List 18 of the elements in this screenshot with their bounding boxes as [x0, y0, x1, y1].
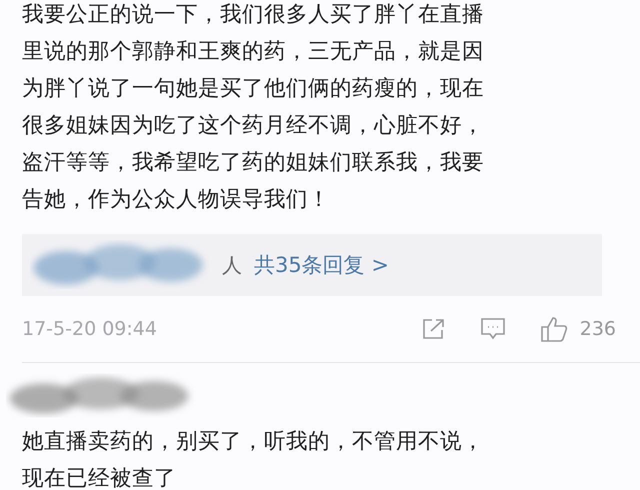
- like-count: 236: [580, 318, 616, 340]
- replies-link[interactable]: 共35条回复 >: [254, 251, 389, 279]
- comment-text: 里说的那个郭静和王爽的药，三无产品，就是因: [22, 38, 485, 66]
- comment-text: 我要公正的说一下，我们很多人买了胖丫在直播: [22, 1, 485, 29]
- comment-text: 现在已经被查了: [22, 465, 177, 490]
- comment-icon: [480, 317, 506, 341]
- comment-button[interactable]: [480, 317, 506, 341]
- like-button[interactable]: 236: [540, 315, 616, 343]
- comment-text: 为胖丫说了一句她是买了他们俩的药瘦的，现在: [22, 75, 485, 103]
- comment-text: 很多姐妹因为吃了这个药月经不调，心脏不好，: [22, 112, 485, 140]
- comment-text: 她直播卖药的，别买了，听我的，不管用不说，: [22, 428, 485, 456]
- comment-time: 17-5-20 09:44: [22, 318, 158, 340]
- share-icon: [422, 318, 446, 340]
- share-button[interactable]: [422, 318, 446, 340]
- thumbs-up-icon: [540, 315, 568, 343]
- reply-names: 人: [222, 252, 242, 278]
- comment-text: 告她，作为公众人物误导我们！: [22, 186, 331, 214]
- comment-text: 盗汗等等，我希望吃了药的姐妹们联系我，我要: [22, 149, 485, 177]
